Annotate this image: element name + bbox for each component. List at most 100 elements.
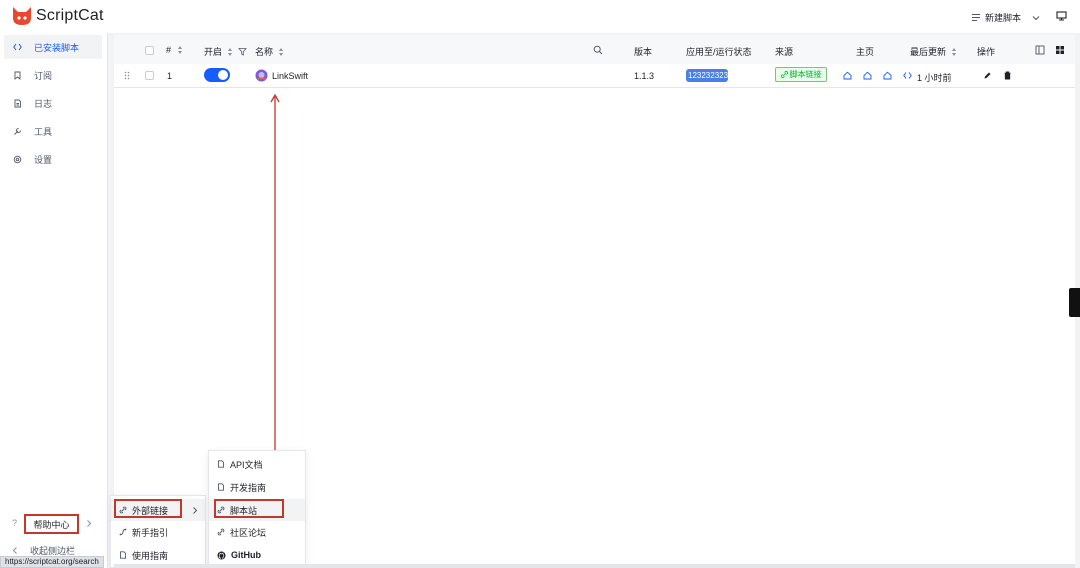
source-tag[interactable]: 脚本链接	[775, 67, 827, 82]
chevron-left-icon	[12, 547, 17, 554]
app-title: ScriptCat	[36, 7, 104, 24]
link-icon	[217, 528, 225, 536]
column-label: 开启	[204, 47, 223, 57]
github-icon	[217, 551, 226, 559]
sort-icon	[279, 47, 284, 56]
top-bar: ScriptCat 新建脚本	[0, 0, 1080, 33]
table-header: # 开启 名称 版本 应用至/运行状态 来源 主页 最后更新 操作	[114, 35, 1075, 64]
cat-logo-icon	[13, 7, 31, 25]
column-name[interactable]: 名称	[255, 45, 284, 58]
new-script-dropdown[interactable]: 新建脚本	[971, 11, 1041, 24]
column-label: 版本	[634, 47, 653, 57]
home-icon[interactable]	[843, 71, 852, 80]
row-index: 1	[167, 71, 173, 81]
menu-item-label: 开发指南	[230, 482, 267, 493]
menu-item-github[interactable]: GitHub	[209, 544, 305, 566]
menu-item-user-guide[interactable]: 使用指南	[111, 544, 205, 566]
search-icon[interactable]	[593, 45, 603, 55]
delete-icon[interactable]	[1003, 71, 1012, 80]
sort-icon	[952, 47, 957, 56]
home-icon[interactable]	[863, 71, 872, 80]
menu-item-label: 社区论坛	[230, 527, 267, 538]
sidebar-item-settings[interactable]: 设置	[4, 147, 102, 171]
column-label: #	[166, 45, 172, 55]
script-name-link[interactable]: LinkSwift	[272, 71, 308, 81]
list-icon	[972, 13, 980, 22]
file-icon	[218, 460, 224, 468]
column-label: 名称	[255, 47, 274, 57]
run-status-pill[interactable]: 123232323...	[686, 69, 728, 82]
column-enabled[interactable]: 开启	[204, 45, 247, 58]
column-layout-icon[interactable]	[1035, 45, 1045, 55]
link-icon	[780, 71, 788, 78]
menu-item-label: 新手指引	[132, 527, 169, 538]
column-updated[interactable]: 最后更新	[910, 45, 957, 58]
column-homepage: 主页	[856, 45, 874, 58]
column-source: 来源	[775, 45, 793, 58]
sidebar-item-label: 日志	[34, 98, 53, 109]
column-label: 来源	[775, 47, 794, 57]
column-actions: 操作	[977, 45, 995, 58]
menu-item-label: 使用指南	[132, 550, 169, 561]
sidebar: 已安装脚本 订阅 日志 工具 设置 ? 帮助中心 收起侧边栏	[0, 33, 108, 568]
annotation-box-script-site	[214, 499, 284, 518]
gear-icon	[13, 155, 22, 163]
bookmark-icon	[14, 71, 21, 80]
edit-icon[interactable]	[983, 71, 992, 80]
help-center-label: 帮助中心	[33, 519, 70, 530]
column-label: 应用至/运行状态	[686, 47, 752, 57]
grid-view-icon[interactable]	[1055, 45, 1065, 55]
column-label: 主页	[856, 47, 875, 57]
source-tag-label: 脚本链接	[789, 70, 822, 79]
menu-item-label: API文档	[230, 459, 263, 470]
sidebar-item-logs[interactable]: 日志	[4, 91, 102, 115]
chevron-right-icon	[87, 520, 92, 527]
menu-item-dev-guide[interactable]: 开发指南	[209, 476, 305, 498]
sort-icon	[178, 46, 183, 54]
horizontal-scrollbar[interactable]	[114, 564, 1075, 568]
script-avatar-icon	[255, 69, 268, 82]
file-icon	[14, 99, 21, 107]
annotation-arrow	[270, 93, 280, 494]
column-index[interactable]: #	[166, 45, 183, 55]
sidebar-item-installed-scripts[interactable]: 已安装脚本	[4, 35, 102, 59]
code-icon	[13, 43, 22, 51]
side-floating-tab[interactable]	[1069, 288, 1080, 317]
help-center-button[interactable]: 帮助中心	[24, 514, 79, 534]
sidebar-item-label: 设置	[34, 154, 53, 165]
column-version: 版本	[634, 45, 652, 58]
menu-item-label: GitHub	[231, 550, 261, 560]
route-icon	[119, 528, 127, 536]
sidebar-item-label: 工具	[34, 126, 53, 137]
filter-icon[interactable]	[238, 47, 247, 56]
column-status: 应用至/运行状态	[686, 45, 752, 58]
column-label: 最后更新	[910, 47, 947, 57]
sidebar-item-label: 已安装脚本	[34, 42, 80, 53]
sort-icon	[228, 47, 233, 56]
monitor-icon[interactable]	[1056, 11, 1067, 21]
browser-status-url: https://scriptcat.org/search	[0, 556, 104, 568]
new-script-label: 新建脚本	[985, 13, 1022, 23]
sidebar-item-label: 订阅	[34, 70, 53, 81]
menu-item-api-docs[interactable]: API文档	[209, 453, 305, 475]
file-icon	[218, 483, 224, 491]
file-icon	[120, 551, 126, 559]
sidebar-item-subscriptions[interactable]: 订阅	[4, 63, 102, 87]
chevron-down-icon	[1032, 15, 1040, 20]
script-enable-toggle[interactable]	[204, 68, 230, 82]
code-icon[interactable]	[903, 71, 912, 80]
home-icon[interactable]	[883, 71, 892, 80]
question-icon: ?	[12, 518, 18, 528]
row-checkbox[interactable]	[145, 71, 154, 80]
annotation-box-external-links	[114, 499, 182, 518]
tool-icon	[14, 127, 21, 135]
script-version: 1.1.3	[634, 71, 655, 81]
menu-item-beginner-guide[interactable]: 新手指引	[111, 521, 205, 543]
table-row: 1 LinkSwift 1.1.3 123232323... 脚本链接 1 小时…	[114, 64, 1075, 88]
menu-item-community-forum[interactable]: 社区论坛	[209, 521, 305, 543]
drag-handle-icon[interactable]	[124, 71, 130, 80]
last-updated: 1 小时前	[917, 73, 952, 83]
select-all-checkbox[interactable]	[145, 46, 154, 55]
sidebar-item-tools[interactable]: 工具	[4, 119, 102, 143]
app-logo[interactable]: ScriptCat	[11, 6, 104, 26]
